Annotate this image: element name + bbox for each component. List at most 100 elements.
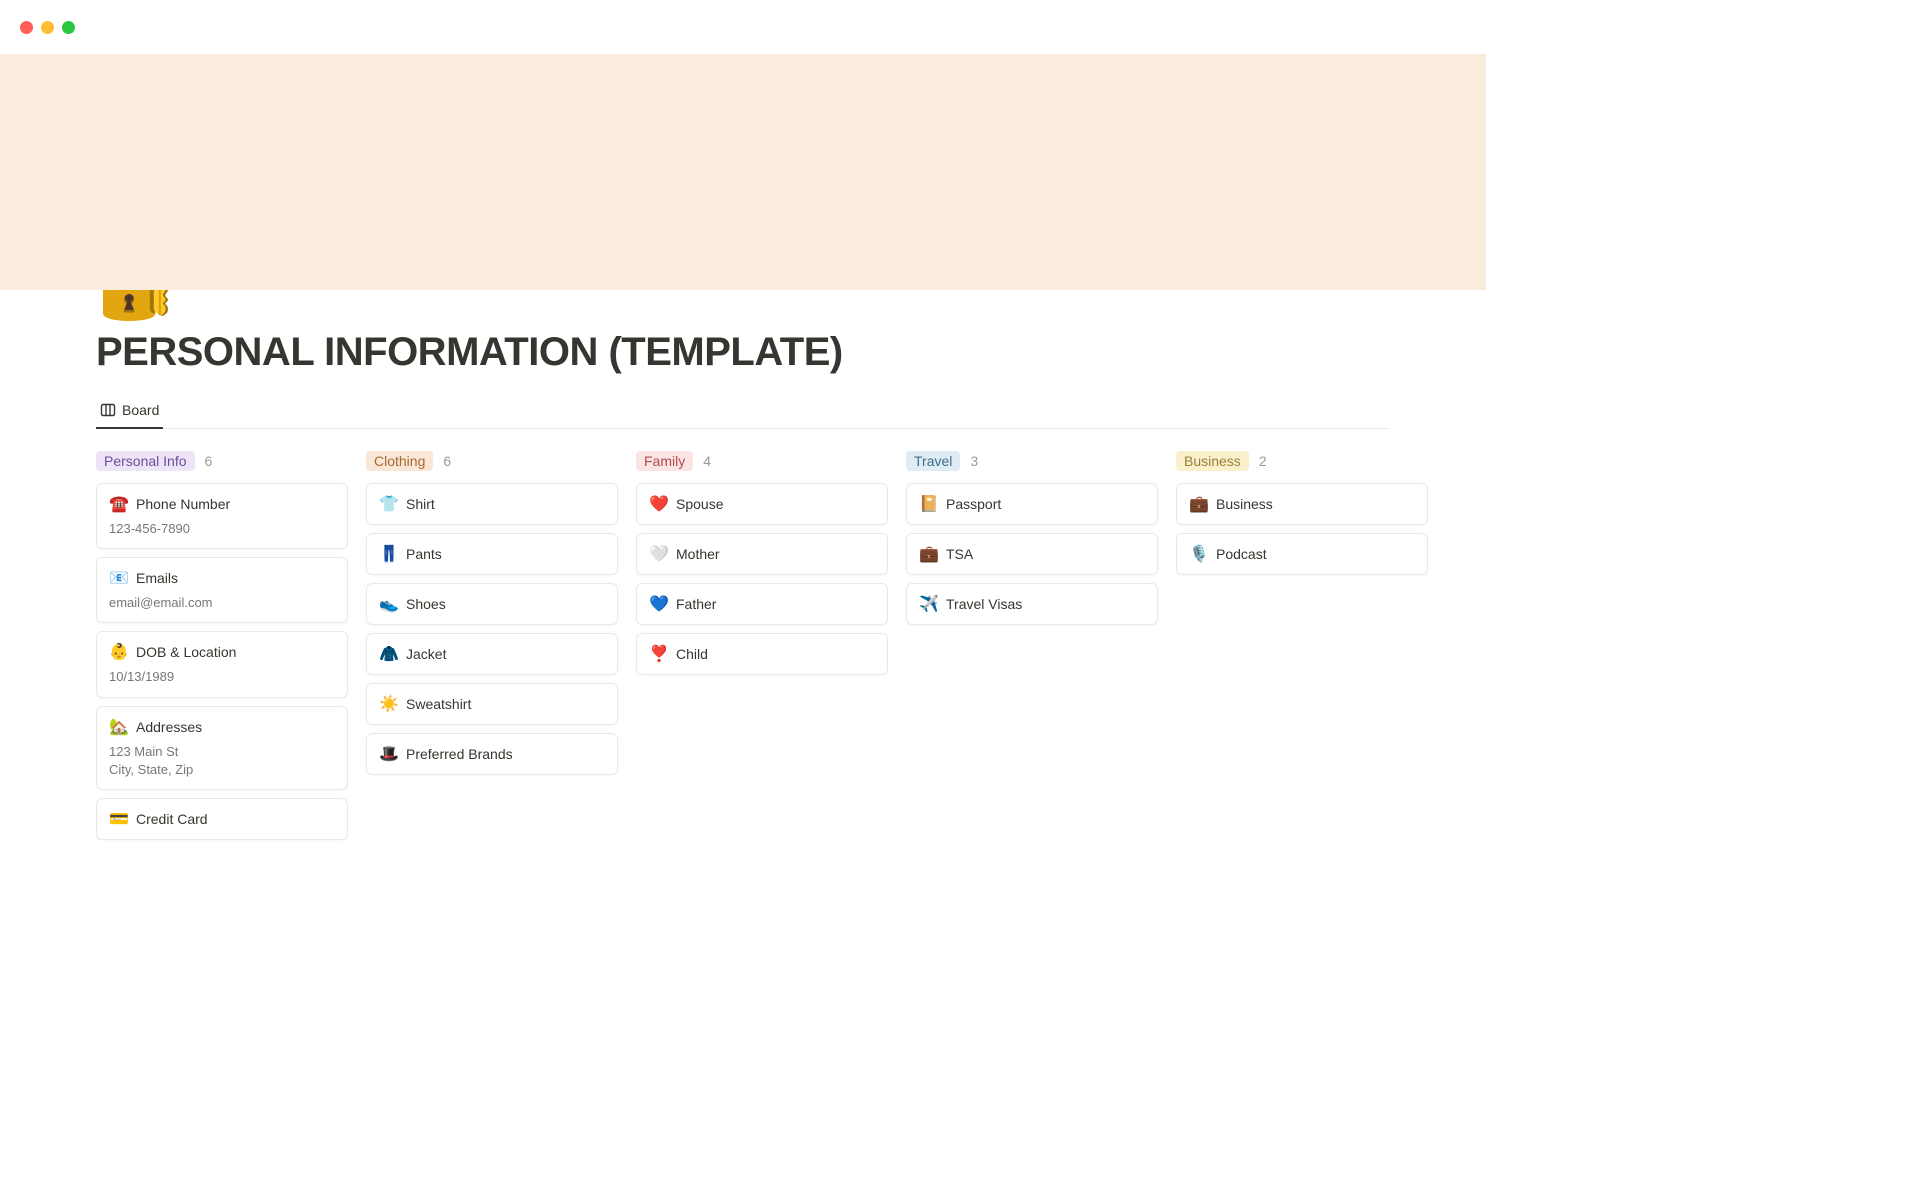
card-title-row: 👶 DOB & Location	[109, 642, 335, 662]
card-icon: 🎩	[379, 744, 397, 764]
card-title-row: 💼TSA	[919, 544, 1145, 564]
close-window-button[interactable]	[20, 21, 33, 34]
board-card[interactable]: 👶 DOB & Location 10/13/1989	[96, 631, 348, 697]
card-title: Passport	[946, 496, 1001, 512]
board-column: Travel 3 📔Passport 💼TSA ✈️ Travel Visas	[906, 451, 1158, 633]
minimize-window-button[interactable]	[41, 21, 54, 34]
card-title-row: 💙 Father	[649, 594, 875, 614]
page-cover[interactable]	[0, 54, 1486, 290]
board-card[interactable]: 👖 Pants	[366, 533, 618, 575]
board-card[interactable]: 📧Emailsemail@email.com	[96, 557, 348, 623]
card-title-row: 💼Business	[1189, 494, 1415, 514]
card-title: Addresses	[136, 719, 202, 735]
column-count: 4	[703, 453, 711, 469]
page-title[interactable]: PERSONAL INFORMATION (TEMPLATE)	[96, 330, 1390, 375]
board-column: Personal Info 6 ☎️ Phone Number 123-456-7890…	[96, 451, 348, 848]
board-card[interactable]: 💼TSA	[906, 533, 1158, 575]
card-icon: 👶	[109, 642, 127, 662]
card-icon: 🎙️	[1189, 544, 1207, 564]
card-icon: ☎️	[109, 494, 127, 514]
card-icon: ☀️	[379, 694, 397, 714]
column-header[interactable]: Business 2	[1176, 451, 1428, 471]
card-title: Phone Number	[136, 496, 230, 512]
board-card[interactable]: 🧥Jacket	[366, 633, 618, 675]
view-tabs: Board	[96, 395, 1390, 429]
card-title: Business	[1216, 496, 1273, 512]
card-icon: ❤️	[649, 494, 667, 514]
board-card[interactable]: 🤍Mother	[636, 533, 888, 575]
column-header[interactable]: Clothing 6	[366, 451, 618, 471]
column-header[interactable]: Travel 3	[906, 451, 1158, 471]
board-view: Personal Info 6 ☎️ Phone Number 123-456-7890…	[96, 451, 1390, 848]
card-subtext: 10/13/1989	[109, 668, 335, 686]
card-icon: 👟	[379, 594, 397, 614]
column-tag[interactable]: Family	[636, 451, 693, 471]
board-card[interactable]: 📔Passport	[906, 483, 1158, 525]
card-title: DOB & Location	[136, 644, 236, 660]
tab-board-label: Board	[122, 402, 159, 418]
card-title-row: 👟 Shoes	[379, 594, 605, 614]
maximize-window-button[interactable]	[62, 21, 75, 34]
card-title-row: ✈️ Travel Visas	[919, 594, 1145, 614]
board-card[interactable]: 👕 Shirt	[366, 483, 618, 525]
card-title: Podcast	[1216, 546, 1267, 562]
card-title: Spouse	[676, 496, 723, 512]
card-icon: 👖	[379, 544, 397, 564]
card-title-row: 📧Emails	[109, 568, 335, 588]
column-tag[interactable]: Personal Info	[96, 451, 195, 471]
card-title-row: ❤️ Spouse	[649, 494, 875, 514]
card-title: Preferred Brands	[406, 746, 513, 762]
card-title: Shoes	[406, 596, 446, 612]
column-count: 6	[205, 453, 213, 469]
column-count: 2	[1259, 453, 1267, 469]
column-count: 3	[970, 453, 978, 469]
card-title: TSA	[946, 546, 973, 562]
board-card[interactable]: 🎙️ Podcast	[1176, 533, 1428, 575]
card-title-row: 🧥Jacket	[379, 644, 605, 664]
card-subtext: 123-456-7890	[109, 520, 335, 538]
board-card[interactable]: 💙 Father	[636, 583, 888, 625]
board-card[interactable]: ❣️ Child	[636, 633, 888, 675]
column-count: 6	[443, 453, 451, 469]
window-title-bar	[0, 0, 1486, 54]
card-title: Child	[676, 646, 708, 662]
card-title: Shirt	[406, 496, 435, 512]
tab-board[interactable]: Board	[96, 395, 163, 429]
column-tag[interactable]: Clothing	[366, 451, 433, 471]
column-header[interactable]: Personal Info 6	[96, 451, 348, 471]
card-title-row: 👕 Shirt	[379, 494, 605, 514]
card-title: Sweatshirt	[406, 696, 471, 712]
board-card[interactable]: 💳 Credit Card	[96, 798, 348, 840]
board-card[interactable]: 💼Business	[1176, 483, 1428, 525]
card-icon: 🤍	[649, 544, 667, 564]
card-icon: 💳	[109, 809, 127, 829]
board-card[interactable]: 👟 Shoes	[366, 583, 618, 625]
card-title-row: 📔Passport	[919, 494, 1145, 514]
card-icon: ❣️	[649, 644, 667, 664]
card-subtext: 123 Main StCity, State, Zip	[109, 743, 335, 779]
board-card[interactable]: 🎩 Preferred Brands	[366, 733, 618, 775]
board-column: Family 4 ❤️ Spouse 🤍Mother 💙 Father ❣️ Child	[636, 451, 888, 683]
card-icon: ✈️	[919, 594, 937, 614]
board-card[interactable]: ❤️ Spouse	[636, 483, 888, 525]
card-title: Father	[676, 596, 716, 612]
column-tag[interactable]: Travel	[906, 451, 960, 471]
card-title-row: ☎️ Phone Number	[109, 494, 335, 514]
card-title-row: 🎩 Preferred Brands	[379, 744, 605, 764]
card-title-row: 🎙️ Podcast	[1189, 544, 1415, 564]
card-title: Pants	[406, 546, 442, 562]
column-header[interactable]: Family 4	[636, 451, 888, 471]
board-card[interactable]: ☀️ Sweatshirt	[366, 683, 618, 725]
column-tag[interactable]: Business	[1176, 451, 1249, 471]
card-title: Travel Visas	[946, 596, 1022, 612]
board-column: Clothing 6 👕 Shirt 👖 Pants 👟 Shoes 🧥Jacket ☀️ Swea…	[366, 451, 618, 783]
card-title: Emails	[136, 570, 178, 586]
board-card[interactable]: 🏡 Addresses 123 Main StCity, State, Zip	[96, 706, 348, 790]
board-card[interactable]: ✈️ Travel Visas	[906, 583, 1158, 625]
card-icon: 👕	[379, 494, 397, 514]
card-title: Jacket	[406, 646, 446, 662]
board-card[interactable]: ☎️ Phone Number 123-456-7890	[96, 483, 348, 549]
card-icon: 💙	[649, 594, 667, 614]
card-icon: 🏡	[109, 717, 127, 737]
card-title: Credit Card	[136, 811, 208, 827]
